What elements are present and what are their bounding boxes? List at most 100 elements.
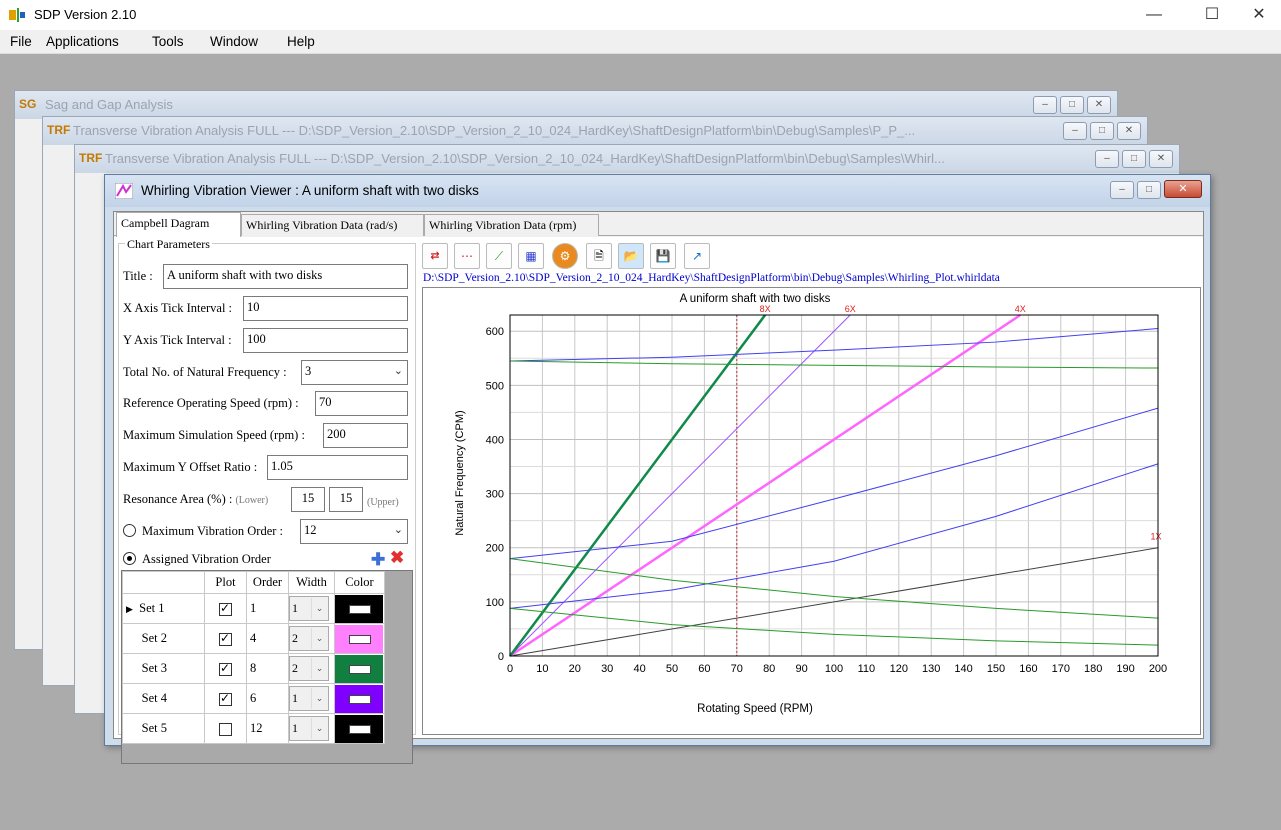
- maxsim-input[interactable]: 200: [323, 423, 408, 448]
- row-header: ▶ Set 1: [122, 593, 205, 624]
- order-cell[interactable]: 12: [246, 713, 289, 744]
- x-tick-label: 120: [890, 663, 908, 675]
- width-select[interactable]: 1 ⌄: [289, 596, 329, 621]
- row-name: Set 1: [139, 601, 165, 615]
- resonance-upper-input[interactable]: 15: [329, 487, 363, 512]
- assigned-order-radio[interactable]: [123, 552, 136, 565]
- refspeed-input[interactable]: 70: [315, 391, 408, 416]
- current-row-icon: ▶: [126, 604, 133, 614]
- tab-campbell[interactable]: Campbell Dagram: [116, 212, 241, 237]
- plot-checkbox[interactable]: [219, 631, 232, 646]
- menu-window[interactable]: Window: [210, 34, 258, 49]
- multi-line-chart-icon[interactable]: ▦: [518, 243, 544, 269]
- order-cell[interactable]: 8: [246, 653, 289, 684]
- swap-axes-icon[interactable]: ⇄: [422, 243, 448, 269]
- window-min-button[interactable]: –: [1033, 96, 1057, 114]
- resonance-lower-input[interactable]: 15: [291, 487, 325, 512]
- max-order-select[interactable]: 12 ⌄: [300, 519, 408, 544]
- window-max-button[interactable]: □: [1122, 150, 1146, 168]
- chevron-down-icon: ⌄: [311, 598, 327, 619]
- tab-whirling-rpm[interactable]: Whirling Vibration Data (rpm): [424, 214, 599, 236]
- plot-checkbox[interactable]: [219, 691, 232, 706]
- order-cell[interactable]: 6: [246, 683, 289, 714]
- order-cell[interactable]: 1: [246, 593, 289, 624]
- viewer-max-button[interactable]: □: [1137, 181, 1161, 199]
- window-max-button[interactable]: □: [1090, 122, 1114, 140]
- menu-help[interactable]: Help: [287, 34, 315, 49]
- assigned-order-option[interactable]: Assigned Vibration Order: [123, 552, 271, 567]
- x-tick-input[interactable]: 10: [243, 296, 408, 321]
- header-order: Order: [246, 571, 289, 594]
- color-swatch[interactable]: [335, 594, 383, 623]
- plot-checkbox[interactable]: [219, 722, 232, 736]
- table-row[interactable]: Set 2 4 2⌄: [122, 623, 385, 654]
- x-tick-label: 190: [1116, 663, 1134, 675]
- campbell-panel: Chart Parameters Title : A uniform shaft…: [114, 237, 1203, 764]
- viewer-body: Campbell Dagram Whirling Vibration Data …: [113, 211, 1204, 764]
- tab-whirling-rad[interactable]: Whirling Vibration Data (rad/s): [241, 214, 424, 236]
- max-order-radio[interactable]: [123, 524, 136, 537]
- color-swatch[interactable]: [335, 714, 383, 743]
- minimize-button[interactable]: —: [1131, 0, 1177, 30]
- y-tick-label: 200: [486, 543, 504, 555]
- trf-icon: TRF: [79, 151, 103, 165]
- window-title: Transverse Vibration Analysis FULL --- D…: [105, 151, 945, 166]
- width-select[interactable]: 1 ⌄: [289, 716, 329, 741]
- color-swatch[interactable]: [335, 624, 383, 653]
- open-folder-icon[interactable]: 📂: [618, 243, 644, 269]
- width-select[interactable]: 2 ⌄: [289, 626, 329, 651]
- settings-icon[interactable]: ⚙: [552, 243, 578, 269]
- scatter-plot-icon[interactable]: ⋯: [454, 243, 480, 269]
- y-tick-input[interactable]: 100: [243, 328, 408, 353]
- document-icon[interactable]: 🗎: [586, 243, 612, 269]
- row-header: Set 2: [122, 623, 205, 654]
- export-icon[interactable]: ↗: [684, 243, 710, 269]
- color-swatch[interactable]: [335, 684, 383, 713]
- save-icon[interactable]: 💾: [650, 243, 676, 269]
- table-row[interactable]: ▶ Set 1 1 1⌄: [122, 593, 385, 624]
- max-order-option[interactable]: Maximum Vibration Order :: [123, 524, 283, 539]
- order-cell[interactable]: 4: [246, 623, 289, 654]
- natfreq-select[interactable]: 3 ⌄: [301, 360, 408, 385]
- menu-file[interactable]: File: [10, 34, 32, 49]
- x-tick-label: 180: [1084, 663, 1102, 675]
- maxy-input[interactable]: 1.05: [267, 455, 408, 480]
- order-label-8x: 8X: [760, 304, 771, 314]
- window-close-button[interactable]: ✕: [1087, 96, 1111, 114]
- window-title: Sag and Gap Analysis: [45, 97, 173, 112]
- max-order-label: Maximum Vibration Order :: [142, 524, 284, 538]
- width-select[interactable]: 1 ⌄: [289, 686, 329, 711]
- plot-checkbox[interactable]: [219, 601, 232, 616]
- window-close-button[interactable]: ✕: [1117, 122, 1141, 140]
- add-icon[interactable]: ✚: [371, 550, 385, 570]
- table-row[interactable]: Set 4 6 1⌄: [122, 683, 385, 714]
- color-swatch[interactable]: [335, 654, 383, 683]
- chart-parameters-group: Chart Parameters Title : A uniform shaft…: [118, 237, 416, 764]
- maximize-button[interactable]: ☐: [1189, 0, 1235, 30]
- menu-applications[interactable]: Applications: [46, 34, 119, 49]
- menu-tools[interactable]: Tools: [152, 34, 184, 49]
- maxy-label: Maximum Y Offset Ratio :: [123, 460, 258, 474]
- chevron-down-icon: ⌄: [311, 658, 327, 679]
- chart-svg: 1X 4X 6X 8X 0 10 20 30 40 50 60 70 80 90 100 110 120 130…: [454, 293, 1167, 715]
- plot-checkbox[interactable]: [219, 661, 232, 676]
- header-plot: Plot: [204, 571, 247, 594]
- table-row[interactable]: Set 3 8 2⌄: [122, 653, 385, 684]
- whirling-viewer-window[interactable]: Whirling Vibration Viewer : A uniform sh…: [104, 174, 1211, 764]
- window-max-button[interactable]: □: [1060, 96, 1084, 114]
- x-tick-label: 140: [954, 663, 972, 675]
- close-button[interactable]: ✕: [1236, 0, 1281, 30]
- viewer-min-button[interactable]: –: [1110, 181, 1134, 199]
- window-min-button[interactable]: –: [1095, 150, 1119, 168]
- width-select[interactable]: 2 ⌄: [289, 656, 329, 681]
- title-input[interactable]: A uniform shaft with two disks: [163, 264, 408, 289]
- grid-corner: [122, 571, 205, 594]
- width-value: 2: [292, 631, 298, 645]
- line-chart-icon[interactable]: ⟋: [486, 243, 512, 269]
- window-min-button[interactable]: –: [1063, 122, 1087, 140]
- viewer-close-button[interactable]: ✕: [1164, 180, 1202, 198]
- window-close-button[interactable]: ✕: [1149, 150, 1173, 168]
- table-row[interactable]: Set 5 12 1 ⌄: [122, 713, 385, 744]
- file-path: D:\SDP_Version_2.10\SDP_Version_2_10_024…: [423, 272, 1000, 284]
- delete-icon[interactable]: ✖: [390, 548, 404, 568]
